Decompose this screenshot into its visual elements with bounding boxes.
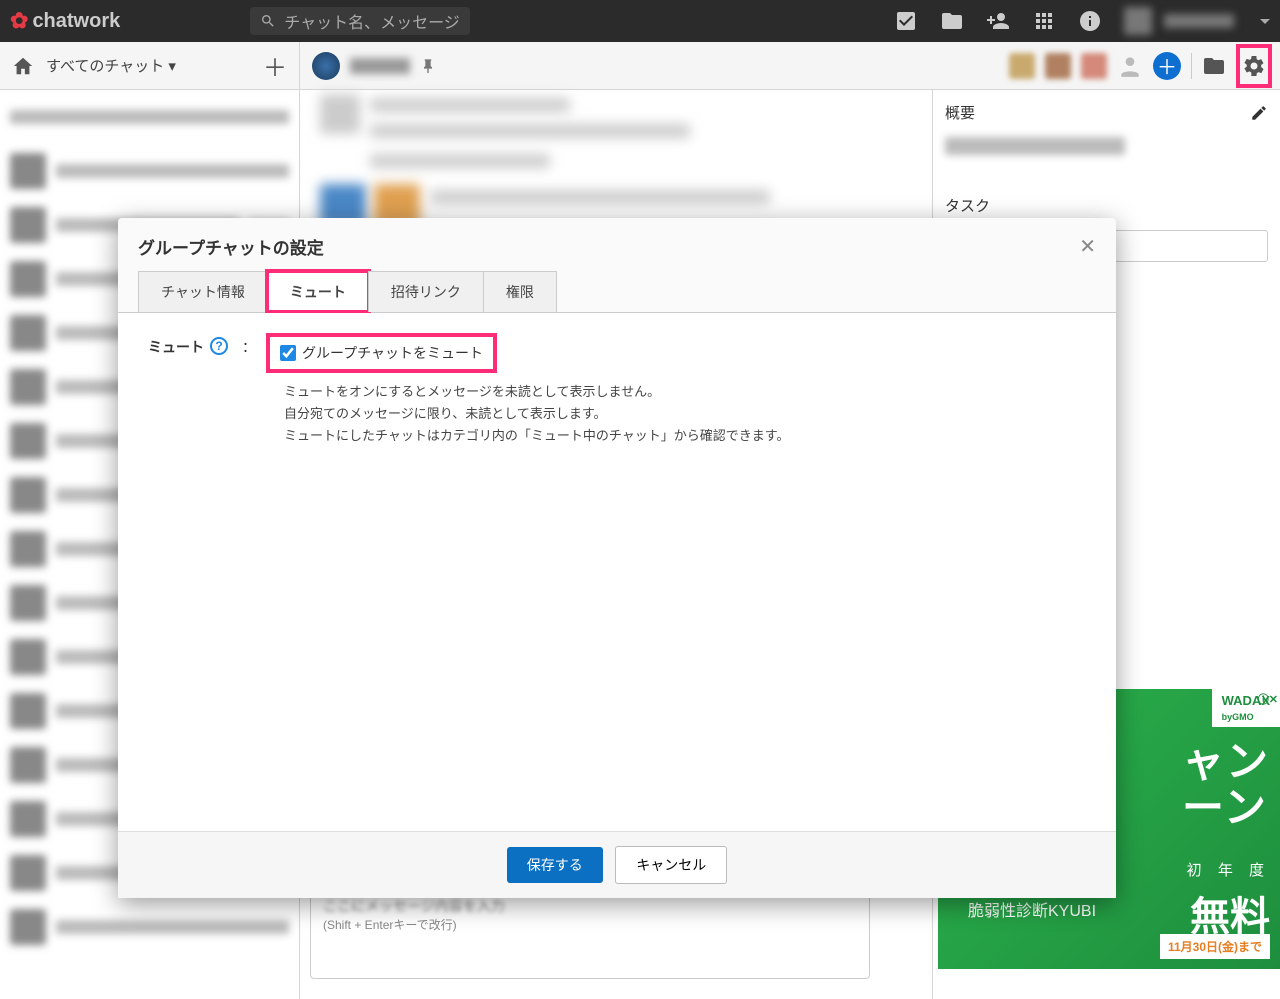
ad-headline: ャンーン [1182, 739, 1270, 831]
group-name [350, 58, 410, 74]
ad-brand: WADAXbyGMO ⓘ✕ [1212, 689, 1280, 727]
search-placeholder: チャット名、メッセージ [284, 9, 460, 33]
add-member-button[interactable]: ＋ [1153, 52, 1181, 80]
folder-icon[interactable] [1202, 54, 1226, 78]
mute-description: ミュートをオンにするとメッセージを未読として表示しません。 自分宛てのメッセージ… [284, 381, 1086, 447]
member-avatar[interactable] [1081, 53, 1107, 79]
add-contact-icon[interactable] [986, 9, 1010, 33]
overview-label: 概要 [945, 102, 975, 123]
tab-chat-info[interactable]: チャット情報 [138, 271, 268, 312]
member-avatar[interactable] [1009, 53, 1035, 79]
gear-icon[interactable] [1242, 54, 1266, 78]
tab-permissions[interactable]: 権限 [483, 271, 557, 312]
home-icon[interactable] [12, 55, 34, 77]
message-placeholder: ここにメッセージ内容を入力 [323, 896, 857, 916]
settings-highlight [1236, 44, 1272, 88]
list-item[interactable] [0, 90, 299, 144]
message-hint: (Shift + Enterキーで改行) [323, 916, 857, 933]
list-item[interactable] [0, 144, 299, 198]
global-search[interactable]: チャット名、メッセージ [250, 7, 470, 35]
user-avatar[interactable] [1124, 7, 1152, 35]
task-label: タスク [945, 195, 990, 216]
sub-bar: すべてのチャット ▾ ＋ ＋ [0, 42, 1280, 90]
modal-tabs: チャット情報 ミュート 招待リンク 権限 [118, 271, 1116, 313]
user-name [1164, 14, 1234, 28]
tab-invite-link[interactable]: 招待リンク [368, 271, 484, 312]
close-icon[interactable]: ✕ [1079, 234, 1096, 259]
logo-icon: ✿ [10, 8, 28, 34]
save-button[interactable]: 保存する [507, 847, 603, 883]
app-name: chatwork [32, 10, 120, 33]
group-avatar [312, 52, 340, 80]
edit-icon[interactable] [1250, 104, 1268, 122]
tab-mute[interactable]: ミュート [267, 271, 369, 312]
help-icon[interactable]: ? [210, 337, 228, 355]
members-icon[interactable] [1117, 53, 1143, 79]
list-item[interactable] [0, 900, 299, 954]
divider [1191, 53, 1192, 79]
new-chat-button[interactable]: ＋ [263, 48, 287, 83]
ad-date: 11月30日(金)まで [1160, 934, 1270, 959]
apps-icon[interactable] [1032, 9, 1056, 33]
colon: ： [242, 337, 256, 357]
member-avatar[interactable] [1045, 53, 1071, 79]
search-icon [260, 13, 276, 29]
user-menu-caret-icon[interactable] [1260, 19, 1270, 24]
group-chat-settings-modal: グループチャットの設定 ✕ チャット情報 ミュート 招待リンク 権限 ミュート … [118, 218, 1116, 898]
file-icon[interactable] [940, 9, 964, 33]
pin-icon[interactable] [420, 58, 436, 74]
chat-filter[interactable]: すべてのチャット ▾ [46, 55, 176, 76]
cancel-button[interactable]: キャンセル [615, 846, 727, 884]
app-logo: ✿ chatwork [10, 8, 120, 34]
info-icon[interactable] [1078, 9, 1102, 33]
task-icon[interactable] [894, 9, 918, 33]
mute-label: ミュート [148, 337, 204, 357]
mute-checkbox-wrap[interactable]: グループチャットをミュート [270, 337, 493, 369]
ad-close-icon[interactable]: ⓘ✕ [1258, 691, 1278, 707]
mute-checkbox-label: グループチャットをミュート [302, 343, 483, 363]
top-bar: ✿ chatwork チャット名、メッセージ [0, 0, 1280, 42]
ad-nen: 初 年 度 [1187, 859, 1270, 880]
message-input[interactable]: ここにメッセージ内容を入力 (Shift + Enterキーで改行) [310, 887, 870, 979]
modal-title: グループチャットの設定 [138, 234, 324, 259]
mute-checkbox[interactable] [280, 345, 296, 361]
